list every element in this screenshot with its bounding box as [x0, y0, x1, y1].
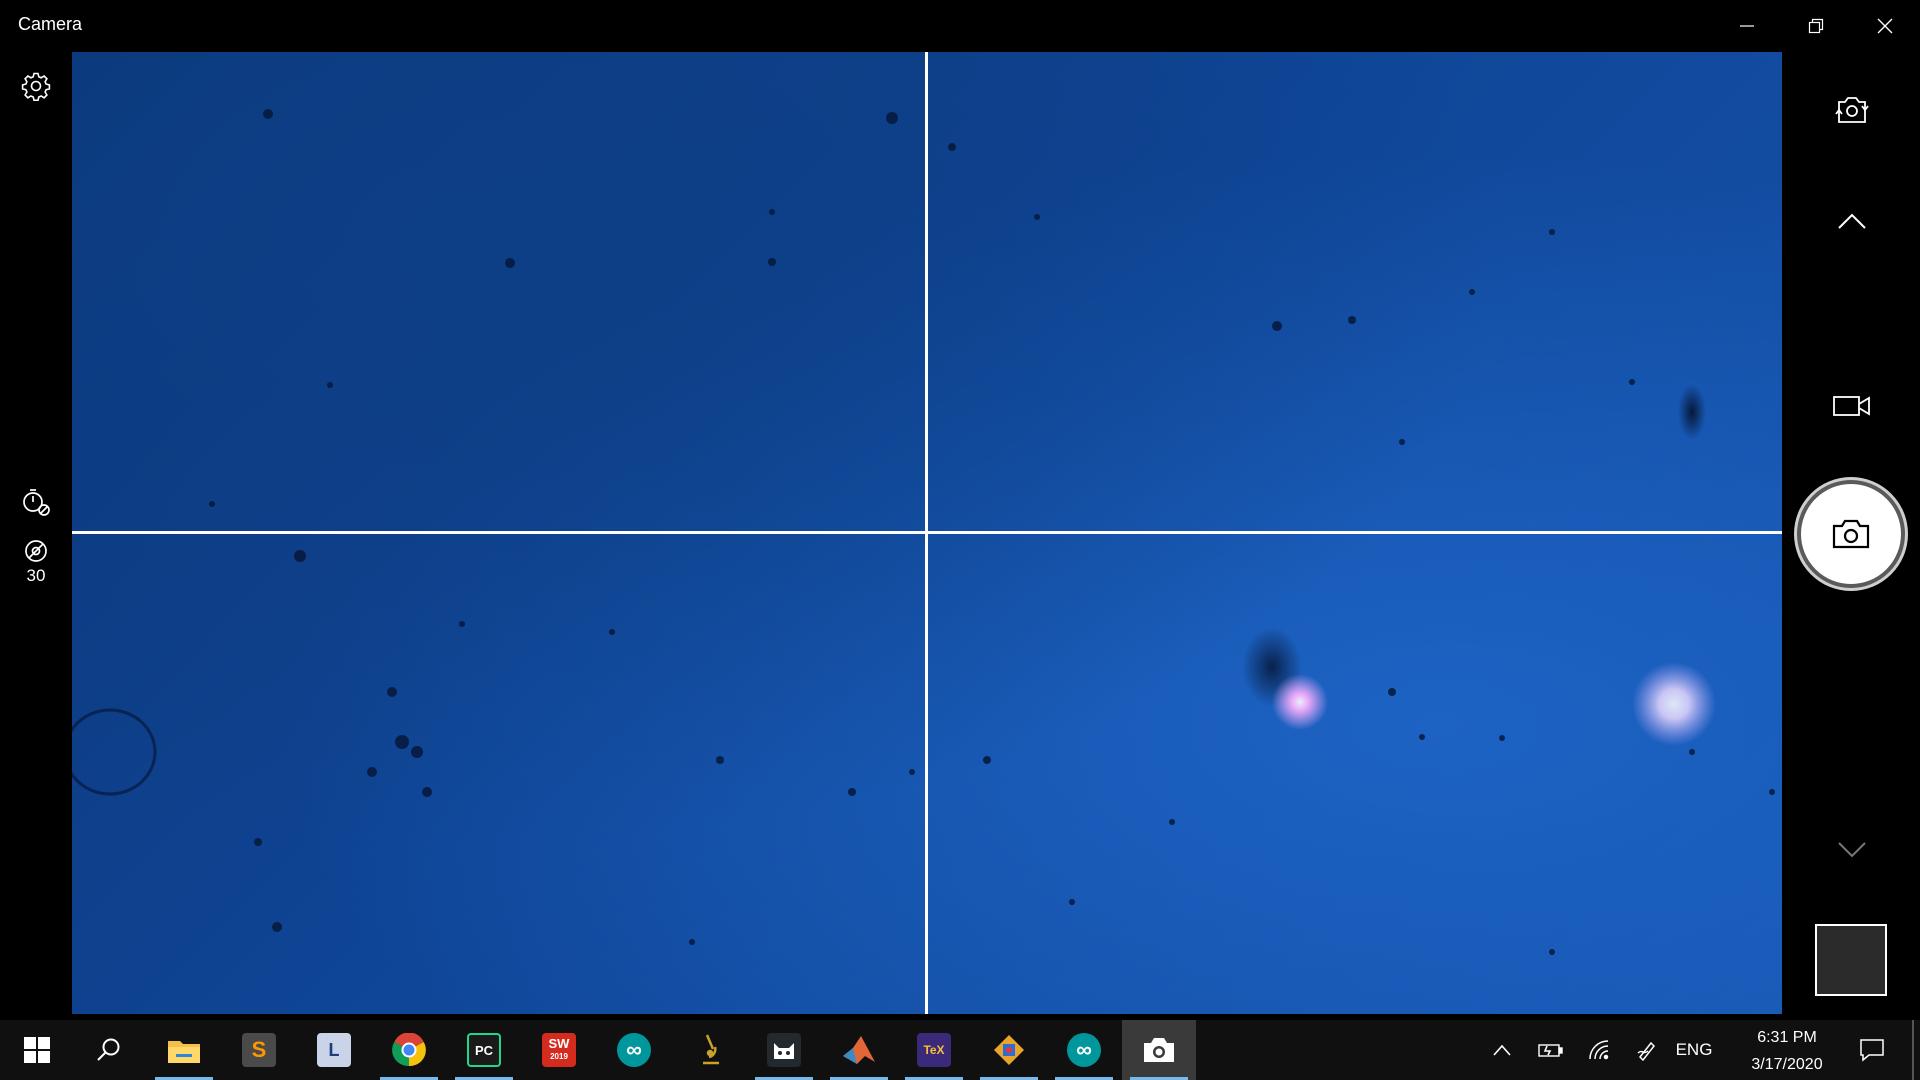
clock[interactable]: 6:31 PM 3/17/2020: [1720, 1024, 1854, 1078]
arduino-icon: ∞: [1067, 1033, 1101, 1067]
scroll-up-button[interactable]: [1826, 200, 1878, 242]
close-button[interactable]: [1850, 0, 1919, 52]
timer-off-icon: [23, 489, 50, 516]
video-camera-icon: [1833, 396, 1870, 416]
input-language-indicator[interactable]: ENG: [1672, 1020, 1716, 1080]
camera-icon: [1832, 519, 1870, 549]
solidworks-label: SW: [548, 1036, 570, 1051]
diagram-icon: [994, 1035, 1024, 1065]
camera-icon: [1144, 1038, 1174, 1062]
taskbar-app-sublime-text[interactable]: S: [222, 1020, 296, 1080]
taskbar-app-pycharm[interactable]: PC: [447, 1020, 521, 1080]
windows-start-icon: [24, 1037, 50, 1063]
action-center-button[interactable]: [1850, 1020, 1894, 1080]
clock-time: 6:31 PM: [1757, 1029, 1817, 1046]
taskbar-app-solidworks[interactable]: SW 2019: [522, 1020, 596, 1080]
tex-icon: TeX: [917, 1033, 951, 1067]
settings-button[interactable]: [12, 66, 60, 106]
chevron-up-icon: [1493, 1044, 1511, 1056]
camera-viewfinder[interactable]: [72, 52, 1782, 1014]
chrome-icon: [392, 1033, 426, 1067]
solidworks-year: 2019: [550, 1052, 568, 1061]
chevron-up-icon: [1838, 213, 1866, 229]
gear-icon: [21, 72, 51, 101]
show-desktop-button[interactable]: [1912, 1020, 1914, 1080]
microscope-icon: [703, 1034, 719, 1065]
hdr-button[interactable]: [18, 536, 54, 566]
taskbar-app-github[interactable]: [747, 1020, 821, 1080]
taskbar-app-matlab[interactable]: [822, 1020, 896, 1080]
minimize-button[interactable]: [1712, 0, 1781, 52]
timer-button[interactable]: [12, 480, 60, 522]
github-icon: [767, 1033, 801, 1067]
grid-line-horizontal: [72, 531, 1782, 534]
chevron-down-icon: [1838, 842, 1866, 858]
taskbar-app-chrome[interactable]: [372, 1020, 446, 1080]
restore-icon: [1808, 18, 1823, 34]
taskbar-app-microscope[interactable]: [672, 1020, 746, 1080]
video-mode-button[interactable]: [1826, 386, 1878, 426]
battery-charging-icon: [1538, 1044, 1563, 1057]
document-icon: L: [317, 1033, 351, 1067]
restore-button[interactable]: [1781, 0, 1850, 52]
pen-workspace-button[interactable]: [1628, 1020, 1666, 1080]
matlab-icon: [843, 1036, 875, 1064]
pen-icon: [1637, 1041, 1656, 1061]
battery-button[interactable]: [1532, 1020, 1570, 1080]
close-icon: [1877, 18, 1892, 34]
minimize-icon: [1739, 25, 1754, 27]
search-icon: [97, 1038, 120, 1061]
sublime-icon: S: [242, 1033, 276, 1067]
hdr-value-label: 30: [26, 566, 46, 585]
hdr-off-icon: [25, 540, 47, 562]
show-hidden-icons-button[interactable]: [1486, 1020, 1518, 1080]
last-photo-thumbnail[interactable]: [1815, 924, 1887, 996]
search-button[interactable]: [72, 1020, 146, 1080]
wifi-icon: [1589, 1040, 1609, 1060]
network-button[interactable]: [1580, 1020, 1618, 1080]
taskbar-app-arduino-2[interactable]: ∞: [1047, 1020, 1121, 1080]
taskbar-app-camera[interactable]: [1122, 1020, 1196, 1080]
clock-date: 3/17/2020: [1751, 1056, 1823, 1073]
solidworks-icon: SW 2019: [542, 1033, 576, 1067]
switch-camera-icon: [1835, 97, 1869, 123]
photo-shutter-button[interactable]: [1797, 480, 1905, 588]
taskbar-app-docs[interactable]: L: [297, 1020, 371, 1080]
taskbar-app-diagram[interactable]: [972, 1020, 1046, 1080]
folder-icon: [168, 1041, 200, 1063]
switch-camera-button[interactable]: [1826, 88, 1878, 132]
taskbar-app-texstudio[interactable]: TeX: [897, 1020, 971, 1080]
window-title: Camera: [18, 14, 83, 34]
taskbar-app-file-explorer[interactable]: [147, 1020, 221, 1080]
action-center-icon: [1860, 1039, 1884, 1062]
arduino-icon: ∞: [617, 1033, 651, 1067]
scroll-down-button[interactable]: [1826, 830, 1878, 868]
start-button[interactable]: [0, 1020, 74, 1080]
taskbar-app-arduino[interactable]: ∞: [597, 1020, 671, 1080]
pycharm-icon: PC: [467, 1033, 501, 1067]
title-bar: [0, 0, 1920, 52]
